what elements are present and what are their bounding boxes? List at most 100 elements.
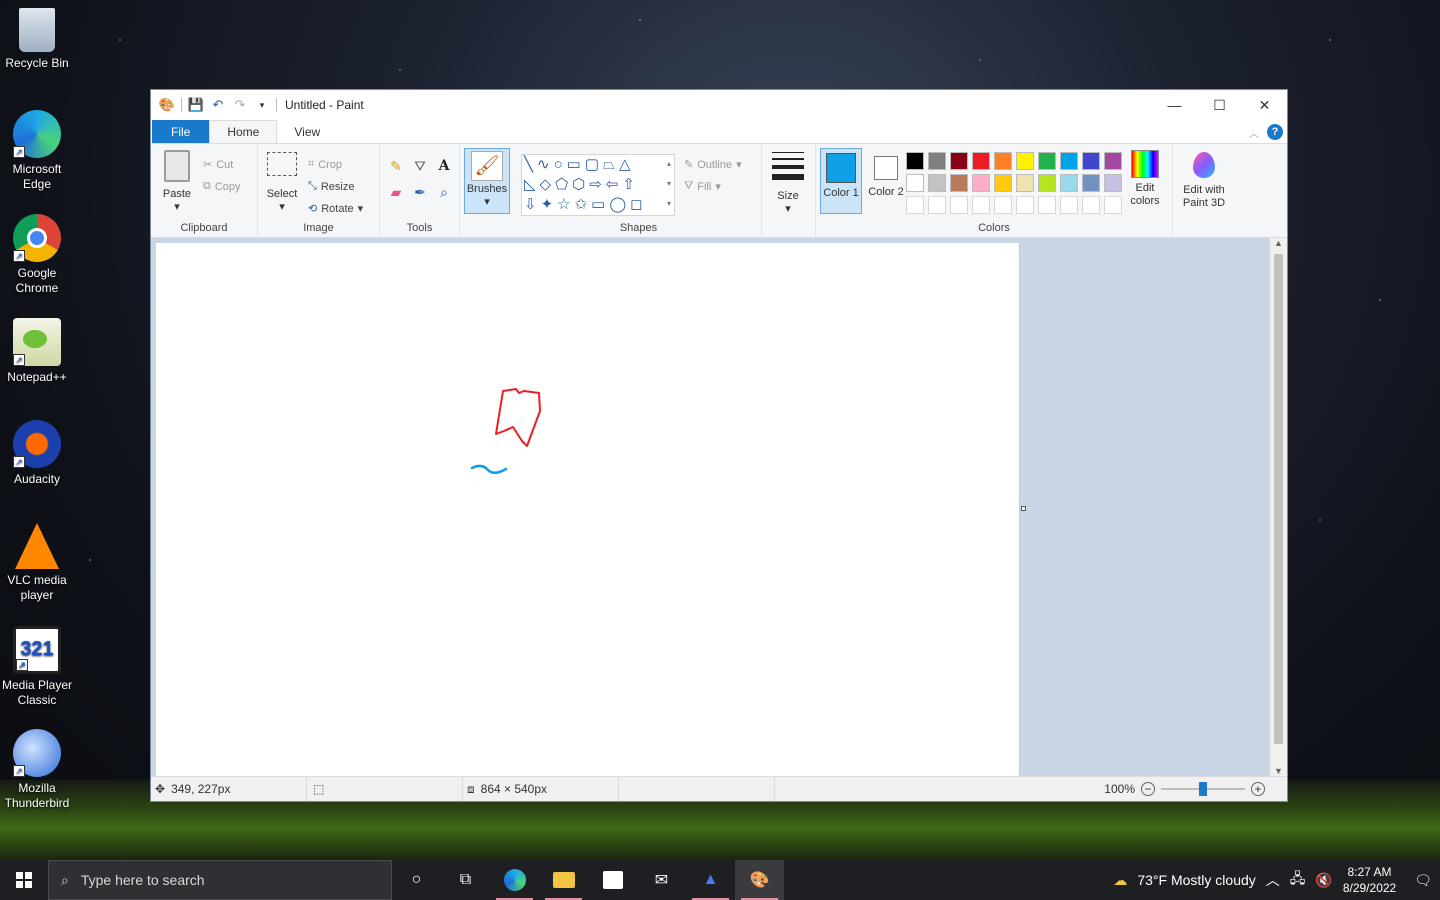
paste-button[interactable]: Paste ▾ <box>159 150 195 214</box>
tab-home[interactable]: Home <box>209 120 278 143</box>
task-view-button[interactable]: ⧉ <box>441 860 490 900</box>
desktop-icon-edge[interactable]: ↗ Microsoft Edge <box>0 110 74 192</box>
palette-swatch[interactable] <box>950 196 968 214</box>
text-tool-icon[interactable]: A <box>434 156 454 176</box>
desktop-icon-vlc[interactable]: VLC media player <box>0 523 74 603</box>
shapes-scroll-icon[interactable]: ▴ ▾ ▾ <box>663 154 675 216</box>
zoom-in-icon[interactable]: + <box>1251 782 1265 796</box>
vertical-scrollbar[interactable]: ▲ ▼ <box>1270 238 1287 776</box>
scrollbar-thumb[interactable] <box>1274 254 1283 744</box>
palette-swatch[interactable] <box>1082 152 1100 170</box>
palette-swatch[interactable] <box>1038 196 1056 214</box>
zoom-slider-thumb[interactable] <box>1199 782 1207 796</box>
desktop-icon-chrome[interactable]: ↗ Google Chrome <box>0 214 74 296</box>
desktop-icon-mpc[interactable]: 321 ↗ Media Player Classic <box>0 626 74 708</box>
minimize-button[interactable]: — <box>1152 90 1197 120</box>
palette-swatch[interactable] <box>994 196 1012 214</box>
weather-text[interactable]: 73°F Mostly cloudy <box>1137 872 1255 888</box>
palette-swatch[interactable] <box>1060 152 1078 170</box>
palette-swatch[interactable] <box>1016 174 1034 192</box>
maximize-button[interactable]: ☐ <box>1197 90 1242 120</box>
start-button[interactable] <box>0 860 48 900</box>
pencil-icon[interactable]: ✎ <box>386 156 406 176</box>
copy-button[interactable]: ⧉ Copy <box>203 180 241 193</box>
collapse-ribbon-icon[interactable]: ︿ <box>1249 125 1259 140</box>
weather-icon[interactable]: ☁ <box>1113 872 1127 889</box>
palette-swatch[interactable] <box>1104 152 1122 170</box>
palette-swatch[interactable] <box>928 196 946 214</box>
size-button[interactable]: Size ▾ <box>770 152 806 216</box>
color-picker-icon[interactable]: ✒ <box>410 182 430 202</box>
palette-swatch[interactable] <box>1016 196 1034 214</box>
palette-swatch[interactable] <box>906 196 924 214</box>
zoom-slider[interactable] <box>1161 782 1245 796</box>
volume-muted-icon[interactable]: 🔇 <box>1315 872 1332 889</box>
palette-swatch[interactable] <box>906 174 924 192</box>
canvas-resize-handle[interactable] <box>1021 506 1026 511</box>
brushes-button[interactable]: 🖌 Brushes ▾ <box>464 148 510 214</box>
edit-with-paint3d-button[interactable]: Edit with Paint 3D <box>1175 152 1233 210</box>
palette-swatch[interactable] <box>928 152 946 170</box>
palette-swatch[interactable] <box>950 152 968 170</box>
palette-swatch[interactable] <box>972 152 990 170</box>
edit-colors-button[interactable]: Edit colors <box>1122 150 1168 208</box>
palette-swatch[interactable] <box>1104 196 1122 214</box>
palette-swatch[interactable] <box>1016 152 1034 170</box>
fill-button[interactable]: ⛛ Fill ▾ <box>684 180 721 193</box>
palette-swatch[interactable] <box>1082 174 1100 192</box>
desktop-icon-recycle-bin[interactable]: Recycle Bin <box>0 8 74 71</box>
palette-swatch[interactable] <box>1038 152 1056 170</box>
close-button[interactable]: ✕ <box>1242 90 1287 120</box>
scroll-down-icon[interactable]: ▼ <box>1270 766 1287 776</box>
color1-button[interactable]: Color 1 <box>820 148 862 214</box>
color2-button[interactable]: Color 2 <box>866 148 906 214</box>
palette-swatch[interactable] <box>994 152 1012 170</box>
desktop-icon-audacity[interactable]: ↗ Audacity <box>0 420 74 487</box>
palette-swatch[interactable] <box>1060 174 1078 192</box>
desktop-icon-thunderbird[interactable]: ↗ Mozilla Thunderbird <box>0 729 74 811</box>
network-icon[interactable]: 🖧 <box>1290 868 1306 892</box>
palette-swatch[interactable] <box>994 174 1012 192</box>
drawing-canvas[interactable] <box>156 243 1020 776</box>
select-button[interactable]: Select ▾ <box>264 152 300 214</box>
palette-swatch[interactable] <box>1038 174 1056 192</box>
scroll-up-icon[interactable]: ▲ <box>1270 238 1287 248</box>
palette-swatch[interactable] <box>950 174 968 192</box>
palette-swatch[interactable] <box>906 152 924 170</box>
taskbar-edge[interactable] <box>490 860 539 900</box>
magnifier-icon[interactable]: ⌕ <box>434 182 454 202</box>
zoom-out-icon[interactable]: − <box>1141 782 1155 796</box>
palette-swatch[interactable] <box>972 196 990 214</box>
rotate-button[interactable]: ⟲ Rotate ▾ <box>308 202 363 216</box>
customize-qat-icon[interactable]: ▾ <box>254 97 270 113</box>
taskbar-app[interactable]: ▲ <box>686 860 735 900</box>
save-icon[interactable]: 💾 <box>188 97 204 113</box>
taskbar-file-explorer[interactable] <box>539 860 588 900</box>
palette-swatch[interactable] <box>1104 174 1122 192</box>
crop-button[interactable]: ⌗ Crop <box>308 158 342 171</box>
desktop-icon-notepadpp[interactable]: ↗ Notepad++ <box>0 318 74 385</box>
palette-swatch[interactable] <box>1060 196 1078 214</box>
tab-view[interactable]: View <box>277 120 337 143</box>
palette-swatch[interactable] <box>928 174 946 192</box>
eraser-icon[interactable]: ▰ <box>386 182 406 202</box>
taskbar-store[interactable] <box>588 860 637 900</box>
tray-chevron-icon[interactable]: ︿ <box>1266 870 1280 890</box>
taskbar-paint[interactable]: 🎨 <box>735 860 784 900</box>
help-icon[interactable]: ? <box>1267 124 1283 140</box>
fill-bucket-icon[interactable]: ⛛ <box>410 156 430 176</box>
taskbar-search[interactable]: ⌕ Type here to search <box>48 860 392 900</box>
notifications-icon[interactable]: 🗨 <box>1414 872 1432 889</box>
redo-icon[interactable]: ↷ <box>232 97 248 113</box>
outline-button[interactable]: ✎ Outline ▾ <box>684 158 742 172</box>
cortana-button[interactable]: ○ <box>392 860 441 900</box>
undo-icon[interactable]: ↶ <box>210 97 226 113</box>
resize-button[interactable]: ⤡ Resize <box>308 180 354 193</box>
clock[interactable]: 8:27 AM 8/29/2022 <box>1343 864 1396 896</box>
palette-swatch[interactable] <box>972 174 990 192</box>
tab-file[interactable]: File <box>152 120 210 143</box>
shapes-gallery[interactable]: ╲∿○▭▢⏢△ ◺◇⬠⬡⇨⇦⇧ ⇩✦☆✩▭◯◻ <box>521 154 675 216</box>
taskbar-mail[interactable]: ✉ <box>637 860 686 900</box>
cut-button[interactable]: ✂ Cut <box>203 158 233 172</box>
palette-swatch[interactable] <box>1082 196 1100 214</box>
